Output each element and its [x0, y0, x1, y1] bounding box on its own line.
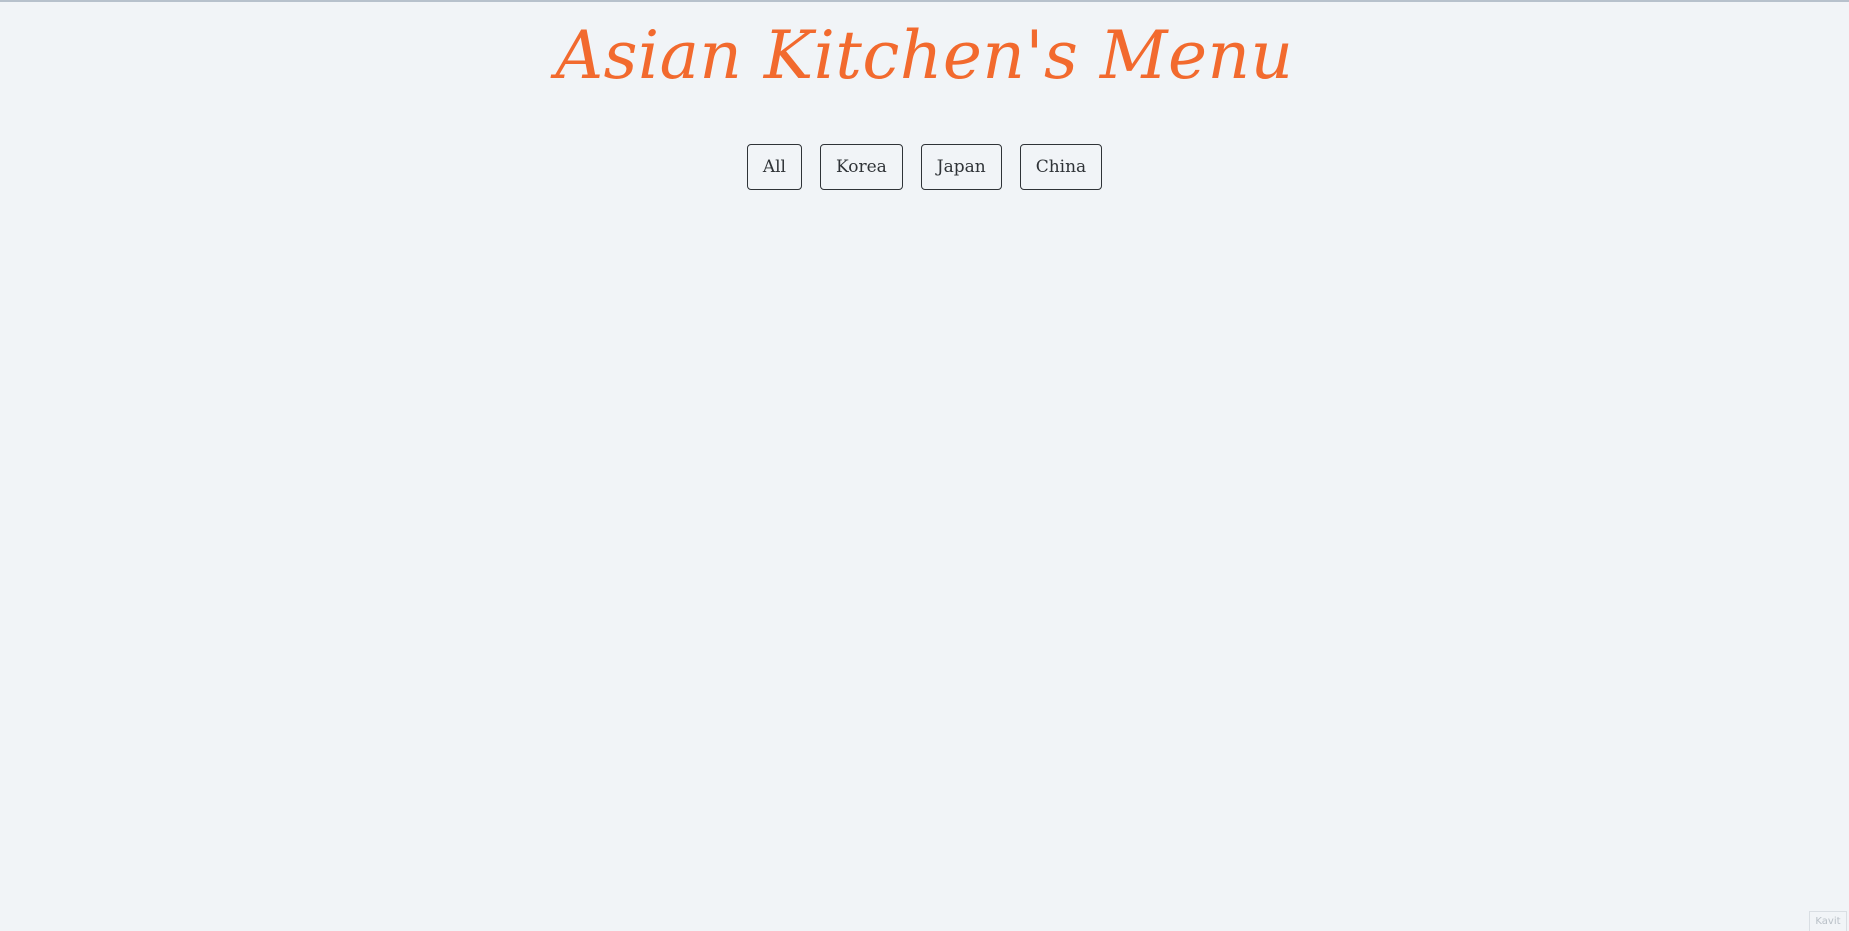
filter-china-button[interactable]: China [1019, 144, 1103, 190]
corner-watermark: Kavit [1809, 911, 1847, 931]
filter-japan-button[interactable]: Japan [920, 144, 1002, 190]
filter-all-button[interactable]: All [746, 144, 802, 190]
category-filter-bar: All Korea Japan China [0, 144, 1849, 190]
page-title: Asian Kitchen's Menu [555, 17, 1294, 94]
filter-korea-button[interactable]: Korea [819, 144, 903, 190]
top-divider [0, 0, 1849, 2]
